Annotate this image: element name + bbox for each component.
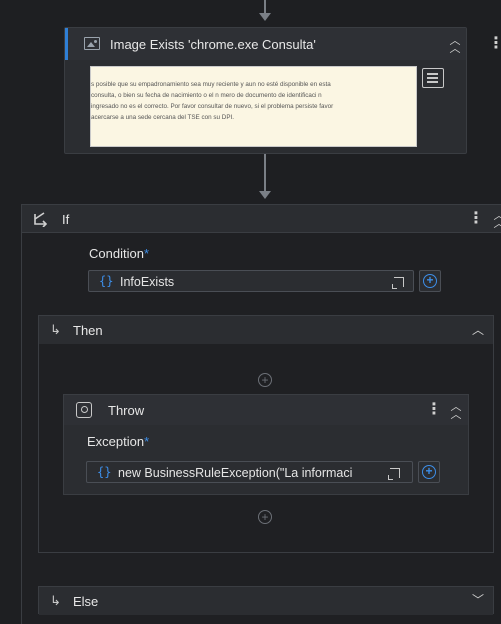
connector-middle [264,154,266,192]
else-title: Else [73,594,99,609]
image-exists-title: Image Exists 'chrome.exe Consulta' [110,37,316,52]
condition-label: Condition* [89,246,149,261]
condition-value: InfoExists [120,275,175,289]
else-header[interactable]: ↳ Else ﹀ [39,587,493,615]
preview-line-1: s posible que su empadronamiento sea muy… [91,81,331,88]
add-activity-top-icon[interactable]: + [258,373,272,387]
expression-braces-icon: {} [99,274,114,288]
add-activity-bottom-icon[interactable]: + [258,510,272,524]
preview-line-3: ingresado no es el correcto. Por favor c… [91,103,334,110]
exception-add-button[interactable]: + [418,461,440,483]
image-exists-header[interactable]: Image Exists 'chrome.exe Consulta' ⋮ ︿ ︿ [65,28,501,60]
exception-expand-editor-icon[interactable] [388,468,400,480]
expand-editor-icon[interactable] [392,277,404,289]
throw-header[interactable]: Throw ⋮ ︿ ︿ [64,395,468,425]
if-branch-icon [34,212,48,227]
connector-top-arrow [259,13,271,21]
then-title: Then [73,323,103,338]
preview-line-2: consulta, o bien su fecha de nacimiento … [91,92,322,99]
condition-add-button[interactable]: + [419,270,441,292]
image-exists-activity[interactable]: Image Exists 'chrome.exe Consulta' ⋮ ︿ ︿ … [64,27,501,154]
throw-icon [76,402,92,418]
exception-braces-icon: {} [97,465,112,479]
else-section[interactable]: ↳ Else ﹀ [38,586,494,615]
then-header[interactable]: ↳ Then ︿ [39,316,493,344]
hamburger-menu-icon[interactable] [422,68,444,88]
if-header[interactable]: If ⋮ ︿︿ [22,205,501,233]
image-icon [84,37,100,50]
throw-more-options-icon[interactable]: ⋮ [426,401,442,419]
branch-arrow-icon: ↳ [50,322,61,337]
else-expand-icon[interactable]: ﹀ [472,594,484,606]
throw-collapse-icon[interactable]: ︿ ︿ [449,402,463,421]
exception-plus-circle-icon: + [422,465,436,479]
exception-label: Exception* [87,434,150,449]
connector-middle-arrow [259,191,271,199]
collapse-icon[interactable]: ︿ ︿ [448,36,462,55]
if-more-options-icon[interactable]: ⋮ [468,210,484,228]
more-options-icon[interactable]: ⋮ [488,35,501,53]
exception-input[interactable]: {} new BusinessRuleException("La informa… [86,461,413,483]
plus-circle-icon: + [423,274,437,288]
then-collapse-icon[interactable]: ︿ [472,324,484,336]
if-title: If [62,212,70,227]
exception-value: new BusinessRuleException("La informaci [118,466,353,480]
preview-line-4: acercarse a una sede cercana del TSE con… [91,114,235,121]
condition-input[interactable]: {} InfoExists [88,270,414,292]
connector-top [264,0,266,14]
else-branch-arrow-icon: ↳ [50,593,61,608]
image-preview: s posible que su empadronamiento sea muy… [90,66,417,147]
if-collapse-icon[interactable]: ︿︿ [492,211,501,230]
throw-title: Throw [108,403,145,418]
